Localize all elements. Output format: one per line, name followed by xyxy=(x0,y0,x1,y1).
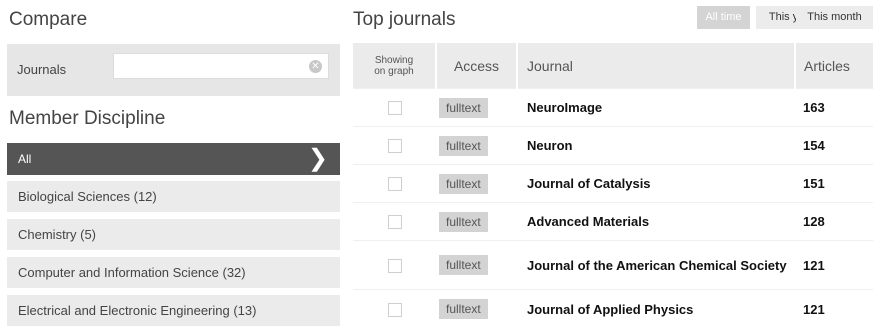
showing-header-line1: Showing xyxy=(374,54,414,66)
show-cell xyxy=(353,126,436,165)
articles-count: 121 xyxy=(795,289,873,328)
show-on-graph-checkbox[interactable] xyxy=(387,101,402,116)
discipline-item-label: Electrical and Electronic Engineering (1… xyxy=(18,303,257,318)
discipline-item-chemistry[interactable]: Chemistry (5) xyxy=(7,219,340,250)
discipline-item-label: Chemistry (5) xyxy=(18,227,97,242)
discipline-item-all[interactable]: All ❯ xyxy=(7,143,340,175)
journal-name: Neuron xyxy=(517,126,795,165)
table-row: fulltext Journal of Applied Physics 121 xyxy=(353,289,873,328)
journals-search-input[interactable] xyxy=(113,53,329,79)
table-row: fulltext NeuroImage 163 xyxy=(353,88,873,127)
fulltext-badge[interactable]: fulltext xyxy=(439,135,488,156)
access-cell: fulltext xyxy=(436,126,517,165)
table-row: fulltext Advanced Materials 128 xyxy=(353,202,873,241)
show-on-graph-checkbox[interactable] xyxy=(387,215,402,230)
show-cell xyxy=(353,88,436,127)
show-on-graph-checkbox[interactable] xyxy=(387,258,402,273)
show-cell xyxy=(353,289,436,328)
articles-count: 121 xyxy=(795,240,873,290)
top-journals-panel: Top journals All time This year This mon… xyxy=(353,0,873,329)
table-row: fulltext Neuron 154 xyxy=(353,126,873,165)
discipline-item-label: All xyxy=(18,152,32,166)
discipline-item-biological-sciences[interactable]: Biological Sciences (12) xyxy=(7,181,340,212)
access-cell: fulltext xyxy=(436,202,517,241)
show-on-graph-checkbox[interactable] xyxy=(387,139,402,154)
showing-on-graph-header: Showing on graph xyxy=(353,43,437,89)
journal-name: Journal of Catalysis xyxy=(517,164,795,203)
top-journals-title: Top journals xyxy=(353,9,456,30)
access-cell: fulltext xyxy=(436,88,517,127)
table-row: fulltext Journal of Catalysis 151 xyxy=(353,164,873,203)
discipline-item-label: Computer and Information Science (32) xyxy=(18,265,246,280)
show-on-graph-checkbox[interactable] xyxy=(387,177,402,192)
compare-journals-box: Journals ✕ xyxy=(7,44,340,96)
access-header[interactable]: Access xyxy=(436,43,518,89)
fulltext-badge[interactable]: fulltext xyxy=(439,299,488,319)
access-cell: fulltext xyxy=(436,289,517,328)
table-header-row: Showing on graph Access Journal Articles xyxy=(353,43,873,89)
articles-count: 128 xyxy=(795,202,873,241)
showing-header-line2: on graph xyxy=(374,65,414,77)
access-cell: fulltext xyxy=(436,164,517,203)
fulltext-badge[interactable]: fulltext xyxy=(439,255,488,275)
fulltext-badge[interactable]: fulltext xyxy=(439,173,488,194)
articles-header[interactable]: Articles xyxy=(795,43,873,89)
top-journals-table: Showing on graph Access Journal Articles… xyxy=(353,43,873,328)
journal-name: Journal of Applied Physics xyxy=(517,289,795,328)
access-cell: fulltext xyxy=(436,240,517,290)
journals-label: Journals xyxy=(17,62,67,77)
clear-icon[interactable]: ✕ xyxy=(309,60,322,73)
discipline-item-computer-information-science[interactable]: Computer and Information Science (32) xyxy=(7,257,340,288)
show-cell xyxy=(353,202,436,241)
discipline-item-label: Biological Sciences (12) xyxy=(18,189,157,204)
discipline-list: All ❯ Biological Sciences (12) Chemistry… xyxy=(7,143,340,333)
table-row: fulltext Journal of the American Chemica… xyxy=(353,240,873,290)
range-this-month-button[interactable]: This month xyxy=(796,6,873,29)
journal-name: Advanced Materials xyxy=(517,202,795,241)
member-discipline-title: Member Discipline xyxy=(9,108,166,129)
discipline-item-electrical-electronic-engineering[interactable]: Electrical and Electronic Engineering (1… xyxy=(7,295,340,326)
chevron-right-icon: ❯ xyxy=(307,145,328,172)
fulltext-badge[interactable]: fulltext xyxy=(439,97,488,118)
journal-header[interactable]: Journal xyxy=(517,43,796,89)
fulltext-badge[interactable]: fulltext xyxy=(439,211,488,232)
journal-name: Journal of the American Chemical Society xyxy=(517,240,795,290)
journal-name: NeuroImage xyxy=(517,88,795,127)
show-on-graph-checkbox[interactable] xyxy=(387,302,402,317)
show-cell xyxy=(353,240,436,290)
compare-title: Compare xyxy=(9,9,88,30)
articles-count: 163 xyxy=(795,88,873,127)
articles-count: 154 xyxy=(795,126,873,165)
articles-count: 151 xyxy=(795,164,873,203)
range-all-time-button[interactable]: All time xyxy=(697,6,750,29)
show-cell xyxy=(353,164,436,203)
